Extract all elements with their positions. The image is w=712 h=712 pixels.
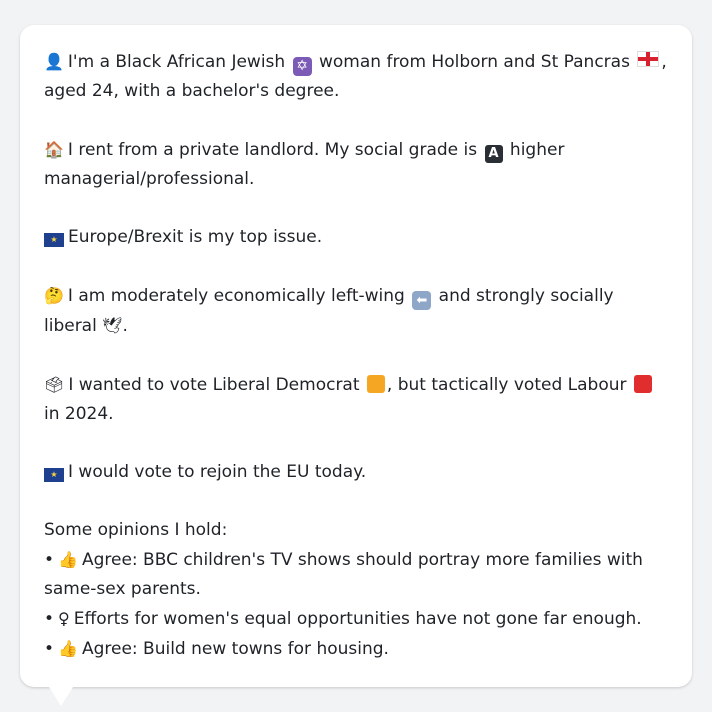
persona-message-bubble: 👤 I'm a Black African Jewish ✡ woman from… (20, 25, 692, 687)
ideology-paragraph: 🤔 I am moderately economically left-wing … (44, 281, 668, 341)
bullet: • (44, 609, 55, 629)
housing-text: I rent from a private landlord. My socia… (67, 140, 478, 160)
location-text: woman from Holborn and St Pancras (319, 52, 630, 72)
letter-a-icon: A (484, 144, 503, 163)
opinion-item: • 👍 Agree: BBC children's TV shows should … (44, 545, 668, 604)
vote-paragraph: 🗳 I wanted to vote Liberal Democrat , but… (44, 370, 668, 429)
wanted-vote-text: I wanted to vote Liberal Democrat (68, 375, 360, 395)
identity-text: I'm a Black African Jewish (67, 52, 286, 72)
eu-flag-icon: ★ (44, 467, 64, 482)
thumbs-up-icon: 👍 (58, 550, 78, 569)
housing-paragraph: 🏠 I rent from a private landlord. My soci… (44, 135, 668, 194)
bullet: • (44, 550, 55, 570)
opinions-section: Some opinions I hold: • 👍 Agree: BBC child… (44, 516, 668, 664)
opinion-text: Agree: Build new towns for housing. (81, 639, 389, 659)
opinion-item: • ♀ Efforts for women's equal opportunitie… (44, 604, 668, 634)
female-sign-icon: ♀ (58, 609, 70, 628)
eu-rejoin-paragraph: ★ I would vote to rejoin the EU today. (44, 458, 668, 487)
left-arrow-icon: ⬅ (412, 291, 432, 310)
eu-flag-icon: ★ (44, 232, 64, 247)
bubble-tail (42, 676, 80, 706)
bullet: • (44, 639, 55, 659)
person-silhouette-icon: 👤 (44, 52, 64, 71)
england-flag-icon (637, 51, 660, 67)
opinion-text: Agree: BBC children's TV shows should po… (44, 550, 643, 599)
opinion-text: Efforts for women's equal opportunities … (73, 609, 642, 629)
identity-paragraph: 👤 I'm a Black African Jewish ✡ woman from… (44, 47, 668, 106)
ballot-box-icon: 🗳 (44, 375, 65, 394)
vote-year-text: in 2024. (44, 404, 114, 424)
red-square-icon (633, 375, 652, 393)
top-issue-paragraph: ★ Europe/Brexit is my top issue. (44, 223, 668, 252)
thumbs-up-icon: 👍 (58, 639, 78, 658)
dove-icon: 🕊 (102, 316, 123, 335)
tactical-vote-text: , but tactically voted Labour (386, 375, 627, 395)
top-issue-text: Europe/Brexit is my top issue. (68, 227, 323, 247)
ideology-end: . (122, 316, 128, 336)
star-of-david-icon: ✡ (292, 57, 312, 76)
eu-rejoin-text: I would vote to rejoin the EU today. (68, 462, 367, 482)
house-icon: 🏠 (44, 140, 64, 159)
opinion-item: • 👍 Agree: Build new towns for housing. (44, 634, 668, 664)
orange-square-icon (366, 375, 385, 393)
thinking-face-icon: 🤔 (44, 286, 64, 305)
opinions-heading: Some opinions I hold: (44, 520, 228, 540)
economic-text: I am moderately economically left-wing (67, 286, 405, 306)
